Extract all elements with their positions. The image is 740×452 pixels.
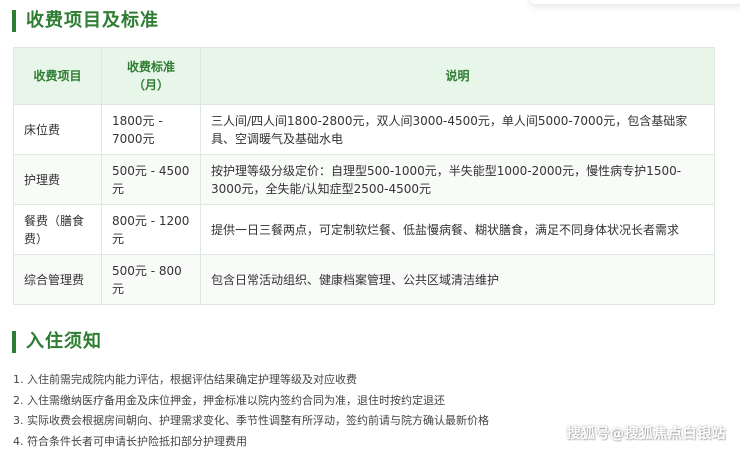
header-description: 说明: [201, 48, 715, 105]
list-item: 3. 实际收费会根据房间朝向、护理需求变化、季节性调整有所浮动，签约前请与院方确…: [13, 411, 613, 432]
list-item: 4. 符合条件长者可申请长护险抵扣部分护理费用: [13, 432, 613, 452]
fee-table-header-row: 收费项目 收费标准 （月） 说明: [14, 48, 715, 105]
fee-item-price: 800元 - 1200元: [102, 205, 201, 255]
fee-table: 收费项目 收费标准 （月） 说明 床位费 1800元 - 7000元 三人间/四…: [13, 47, 715, 305]
notice-list: 1. 入住前需完成院内能力评估，根据评估结果确定护理等级及对应收费 2. 入住需…: [13, 370, 613, 452]
fee-item-price: 500元 - 4500元: [102, 155, 201, 205]
top-card-shadow: [530, 0, 740, 4]
fee-item-name: 床位费: [14, 105, 102, 155]
list-item: 2. 入住需缴纳医疗备用金及床位押金，押金标准以院内签约合同为准，退住时按约定退…: [13, 391, 613, 412]
table-row: 护理费 500元 - 4500元 按护理等级分级定价：自理型500-1000元，…: [14, 155, 715, 205]
fee-item-price: 1800元 - 7000元: [102, 105, 201, 155]
table-row: 床位费 1800元 - 7000元 三人间/四人间1800-2800元，双人间3…: [14, 105, 715, 155]
fee-item-description: 包含日常活动组织、健康档案管理、公共区域清洁维护: [201, 255, 715, 305]
header-fee-standard: 收费标准 （月）: [102, 48, 201, 105]
list-item: 1. 入住前需完成院内能力评估，根据评估结果确定护理等级及对应收费: [13, 370, 613, 391]
watermark: 搜狐号@搜狐焦点白银站: [567, 423, 727, 443]
fee-item-name: 餐费（膳食费）: [14, 205, 102, 255]
table-row: 餐费（膳食费） 800元 - 1200元 提供一日三餐两点，可定制软烂餐、低盐慢…: [14, 205, 715, 255]
fee-item-price: 500元 - 800元: [102, 255, 201, 305]
fee-item-description: 提供一日三餐两点，可定制软烂餐、低盐慢病餐、糊状膳食，满足不同身体状况长者需求: [201, 205, 715, 255]
fee-section-title: 收费项目及标准: [12, 10, 159, 32]
header-fee-item: 收费项目: [14, 48, 102, 105]
table-row: 综合管理费 500元 - 800元 包含日常活动组织、健康档案管理、公共区域清洁…: [14, 255, 715, 305]
fee-item-name: 综合管理费: [14, 255, 102, 305]
fee-item-description: 三人间/四人间1800-2800元，双人间3000-4500元，单人间5000-…: [201, 105, 715, 155]
fee-item-name: 护理费: [14, 155, 102, 205]
notice-section-title: 入住须知: [12, 331, 102, 353]
fee-item-description: 按护理等级分级定价：自理型500-1000元，半失能型1000-2000元，慢性…: [201, 155, 715, 205]
